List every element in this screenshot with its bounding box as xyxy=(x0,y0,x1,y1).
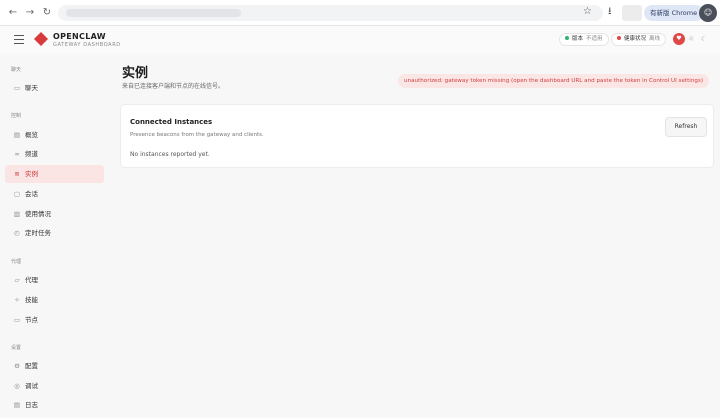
health-status-pill: 健康状况 离线 xyxy=(611,33,667,46)
sidebar-item-label: 技能 xyxy=(25,296,38,304)
chrome-avatar-icon[interactable]: ☺ xyxy=(699,4,717,22)
sidebar-item-overview[interactable]: ▤ 概览 xyxy=(5,126,104,144)
sidebar-item-sessions[interactable]: ▢ 会话 xyxy=(5,185,104,203)
version-status-dot xyxy=(565,35,569,40)
sidebar-item-chat[interactable]: ▭ 聊天 xyxy=(5,79,104,97)
sidebar-section-settings: 设置 xyxy=(11,345,22,351)
cron-icon: ◴ xyxy=(14,229,20,237)
theme-light-icon[interactable]: ☼ xyxy=(688,34,694,44)
sidebar-item-agents[interactable]: ▱ 代理 xyxy=(5,271,104,289)
sidebar-item-cron[interactable]: ◴ 定时任务 xyxy=(5,224,104,242)
url-redacted xyxy=(66,9,241,17)
sidebar-section-agents: 代理 xyxy=(11,259,22,265)
health-label: 健康状况 xyxy=(624,36,647,42)
card-title: Connected Instances xyxy=(130,118,213,126)
version-label: 版本 xyxy=(572,36,584,42)
sidebar-section-chat: 聊天 xyxy=(11,67,22,73)
menu-icon[interactable] xyxy=(14,35,24,44)
sidebar-item-label: 日志 xyxy=(25,401,38,409)
app-header: OPENCLAW GATEWAY DASHBOARD 版本 不适用 健康状况 离线 … xyxy=(0,26,720,54)
sidebar-item-label: 概览 xyxy=(25,131,38,139)
sidebar-item-label: 会话 xyxy=(25,190,38,198)
empty-state-text: No instances reported yet. xyxy=(130,151,210,158)
brand-subtitle: GATEWAY DASHBOARD xyxy=(53,42,121,48)
gear-icon: ⚙ xyxy=(14,362,20,370)
usage-icon: ▥ xyxy=(13,210,21,218)
version-status-pill: 版本 不适用 xyxy=(559,33,609,46)
version-value: 不适用 xyxy=(586,36,603,42)
chrome-update-button[interactable]: 有新版 Chrome 可 xyxy=(644,5,704,21)
card-description: Presence beacons from the gateway and cl… xyxy=(130,132,264,138)
sidebar-item-debug[interactable]: ◎ 调试 xyxy=(5,377,104,395)
sidebar-item-logs[interactable]: ▤ 日志 xyxy=(5,396,104,414)
sidebar-item-label: 调试 xyxy=(25,382,38,390)
link-icon: ∞ xyxy=(14,150,20,158)
sidebar-item-label: 定时任务 xyxy=(25,229,51,237)
sidebar-item-label: 使用情况 xyxy=(25,210,51,218)
sidebar-item-instances[interactable]: ≋ 实例 xyxy=(5,165,104,183)
sessions-icon: ▢ xyxy=(13,190,21,198)
sidebar: 聊天 ▭ 聊天 控制 ▤ 概览 ∞ 频道 ≋ 实例 ▢ 会话 ▥ 使用情况 ◴ 定时任务 代理… xyxy=(0,54,110,418)
brand: OPENCLAW GATEWAY DASHBOARD xyxy=(53,32,121,48)
forward-icon[interactable]: → xyxy=(24,7,36,19)
bookmark-star-icon[interactable]: ☆ xyxy=(583,6,592,18)
page-subtitle: 来自已连接客户端和节点的在线信号。 xyxy=(122,83,225,90)
alert-icon[interactable]: ♥ xyxy=(673,33,685,45)
debug-icon: ◎ xyxy=(14,382,20,390)
reload-icon[interactable]: ↻ xyxy=(41,7,53,19)
sidebar-item-config[interactable]: ⚙ 配置 xyxy=(5,357,104,375)
sidebar-item-nodes[interactable]: ▭ 节点 xyxy=(5,311,104,329)
refresh-button[interactable]: Refresh xyxy=(665,117,707,137)
overview-icon: ▤ xyxy=(13,131,21,139)
nodes-icon: ▭ xyxy=(13,316,21,324)
sidebar-item-label: 聊天 xyxy=(25,84,38,92)
logs-icon: ▤ xyxy=(13,401,21,409)
browser-toolbar: ← → ↻ ☆ ⭳ 有新版 Chrome 可 ☺ xyxy=(0,0,720,26)
brand-name: OPENCLAW xyxy=(53,32,106,41)
health-value: 离线 xyxy=(649,36,661,42)
sidebar-item-channels[interactable]: ∞ 频道 xyxy=(5,145,104,163)
sidebar-item-label: 配置 xyxy=(25,362,38,370)
sidebar-item-label: 节点 xyxy=(25,316,38,324)
folder-icon: ▱ xyxy=(14,276,20,284)
sidebar-item-label: 频道 xyxy=(25,150,38,158)
page-title: 实例 xyxy=(122,66,149,81)
sidebar-section-control: 控制 xyxy=(11,113,22,119)
sidebar-item-label: 代理 xyxy=(25,276,38,284)
health-status-dot xyxy=(617,35,621,40)
theme-dark-icon[interactable]: ☾ xyxy=(701,34,707,44)
sidebar-item-label: 实例 xyxy=(25,170,38,178)
sidebar-item-usage[interactable]: ▥ 使用情况 xyxy=(5,205,104,223)
connected-instances-card: Connected Instances Presence beacons fro… xyxy=(120,104,714,168)
address-bar[interactable] xyxy=(58,5,603,21)
back-icon[interactable]: ← xyxy=(7,7,19,19)
auth-error-banner: unauthorized: gateway token missing (ope… xyxy=(398,74,709,88)
logo-icon xyxy=(34,32,48,46)
chat-icon: ▭ xyxy=(13,84,21,92)
skills-icon: ✧ xyxy=(14,296,20,304)
sidebar-item-skills[interactable]: ✧ 技能 xyxy=(5,291,104,309)
download-icon[interactable]: ⭳ xyxy=(608,6,612,18)
instances-icon: ≋ xyxy=(14,170,20,178)
profile-redacted xyxy=(622,5,642,21)
